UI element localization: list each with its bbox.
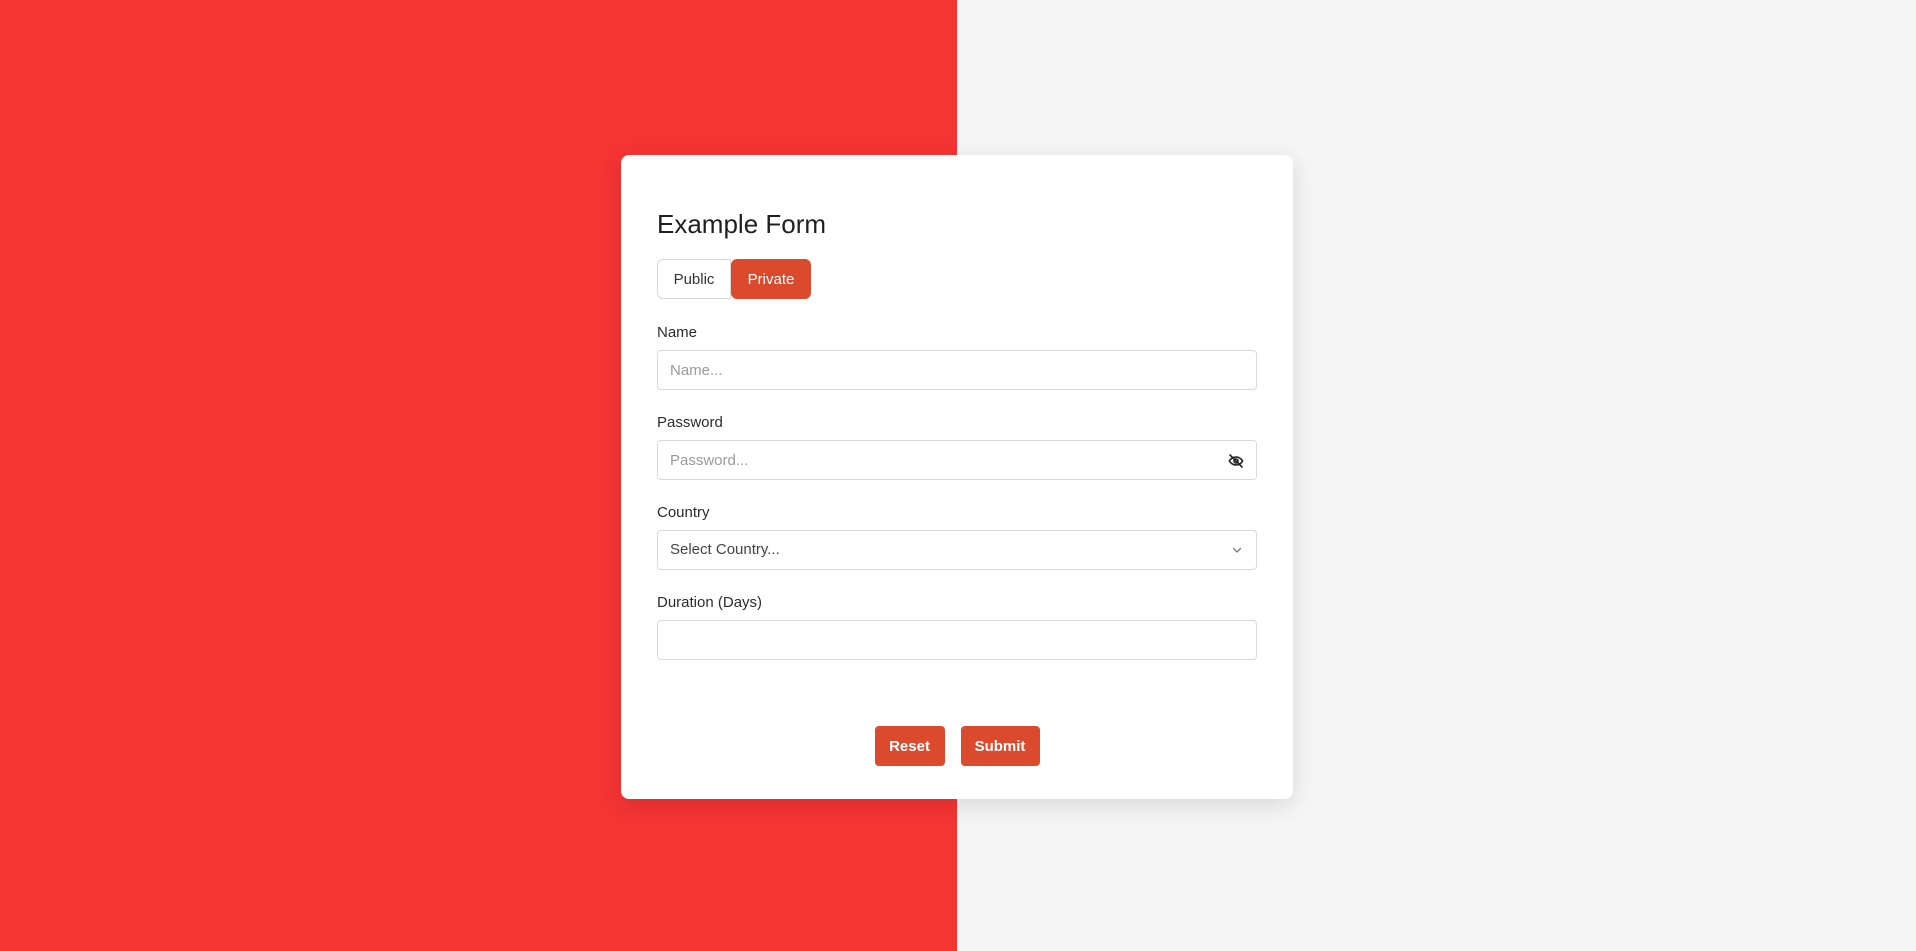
form-actions: Reset Submit	[621, 726, 1293, 766]
name-label: Name	[657, 324, 698, 341]
eye-off-icon[interactable]	[1228, 453, 1244, 469]
country-select-value: Select Country...	[670, 541, 780, 558]
duration-input-wrapper	[657, 620, 1257, 660]
country-select[interactable]: Select Country...	[657, 530, 1257, 570]
visibility-toggle: Public Private	[657, 259, 1257, 299]
chevron-down-icon	[1232, 547, 1242, 553]
duration-input[interactable]	[658, 621, 1256, 659]
page: Example Form Public Private Name Passwor…	[0, 0, 1916, 951]
password-input-wrapper	[657, 440, 1257, 480]
name-input-wrapper	[657, 350, 1257, 390]
reset-button[interactable]: Reset	[874, 726, 945, 766]
submit-button[interactable]: Submit	[960, 726, 1040, 766]
duration-label: Duration (Days)	[657, 594, 763, 611]
private-toggle-button[interactable]: Private	[731, 259, 811, 299]
password-input[interactable]	[658, 441, 1256, 479]
password-field-group: Password	[657, 414, 1257, 480]
name-input[interactable]	[658, 351, 1256, 389]
duration-field-group: Duration (Days)	[657, 594, 1257, 660]
name-field-group: Name	[657, 324, 1257, 390]
password-label: Password	[657, 414, 723, 431]
form-title: Example Form	[657, 209, 827, 239]
country-label: Country	[657, 504, 710, 521]
public-toggle-button[interactable]: Public	[657, 259, 731, 299]
form-card: Example Form Public Private Name Passwor…	[621, 155, 1293, 799]
country-field-group: Country Select Country...	[657, 504, 1257, 570]
